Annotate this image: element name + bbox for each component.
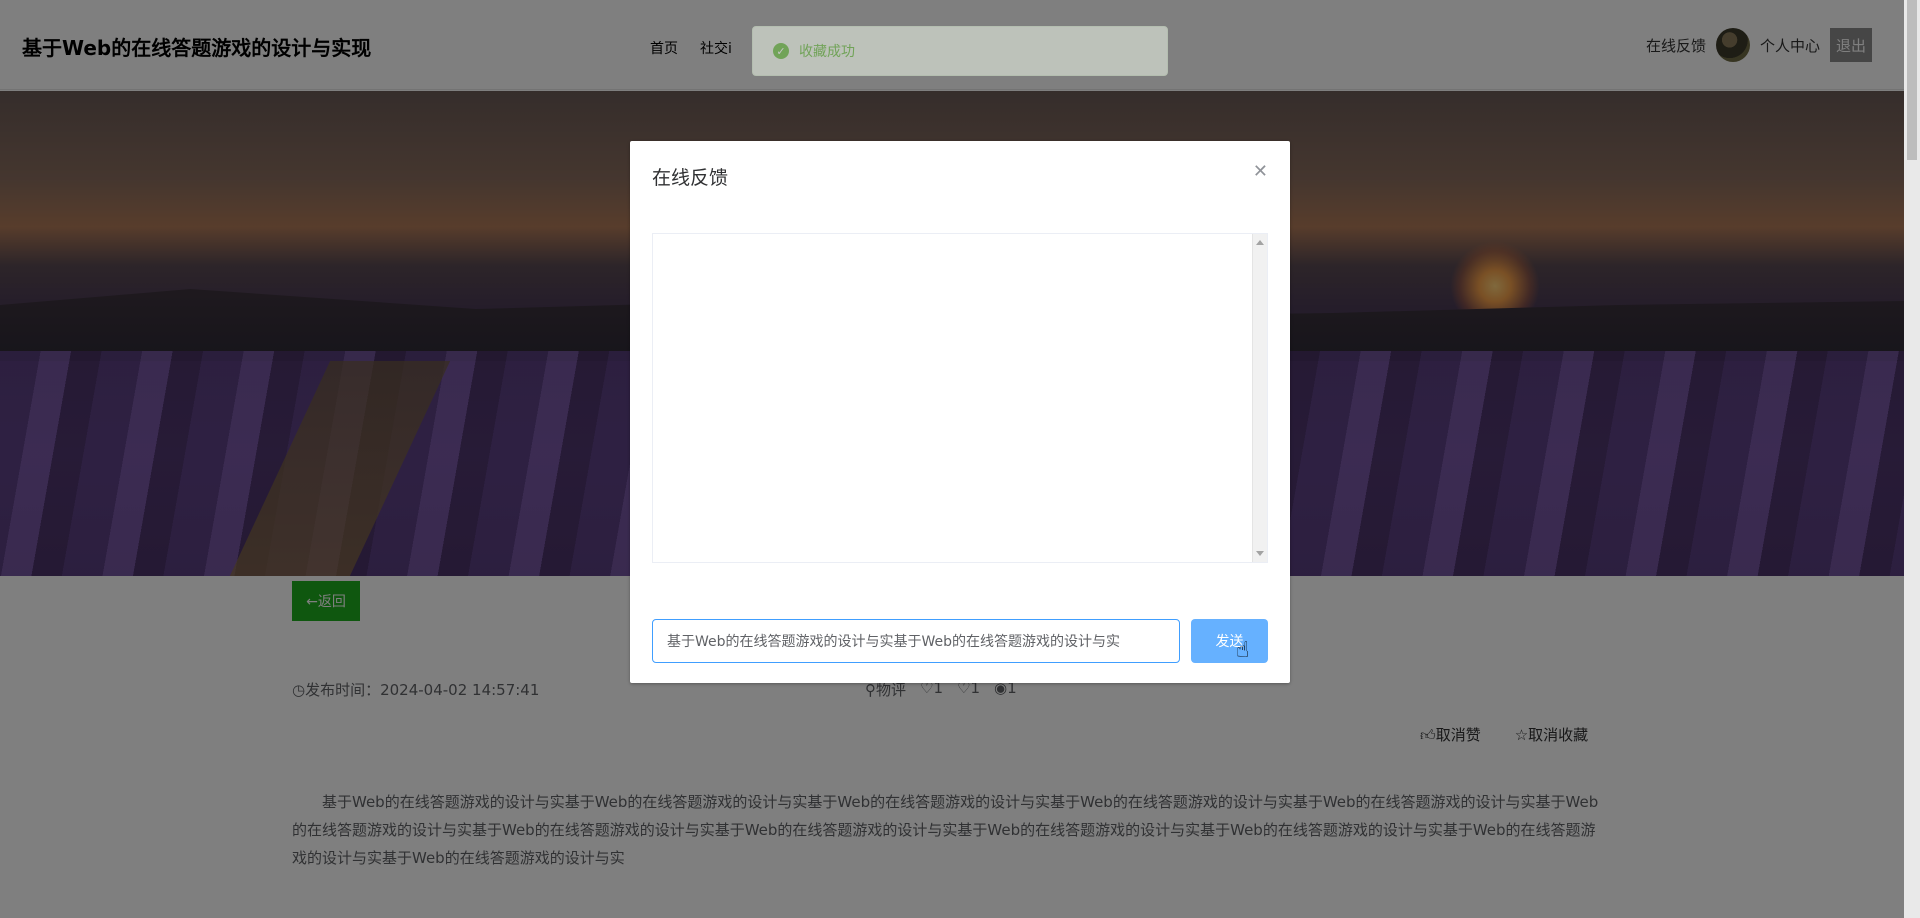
scroll-up-icon[interactable] [1256, 240, 1264, 245]
send-button[interactable]: 发送 [1191, 619, 1268, 663]
feedback-dialog: 在线反馈 ✕ 发送 [630, 141, 1290, 683]
mouse-cursor-icon: ☝ [1236, 638, 1250, 663]
scroll-down-icon[interactable] [1256, 551, 1264, 556]
check-circle-icon: ✓ [773, 43, 789, 59]
dialog-title: 在线反馈 [652, 167, 729, 189]
page-scrollbar-thumb[interactable] [1907, 0, 1917, 160]
chat-history[interactable] [652, 233, 1268, 563]
success-toast: ✓ 收藏成功 [752, 26, 1168, 76]
message-input[interactable] [652, 619, 1180, 663]
toast-message: 收藏成功 [799, 44, 855, 60]
chat-scrollbar[interactable] [1252, 234, 1267, 562]
close-icon[interactable]: ✕ [1253, 161, 1268, 182]
